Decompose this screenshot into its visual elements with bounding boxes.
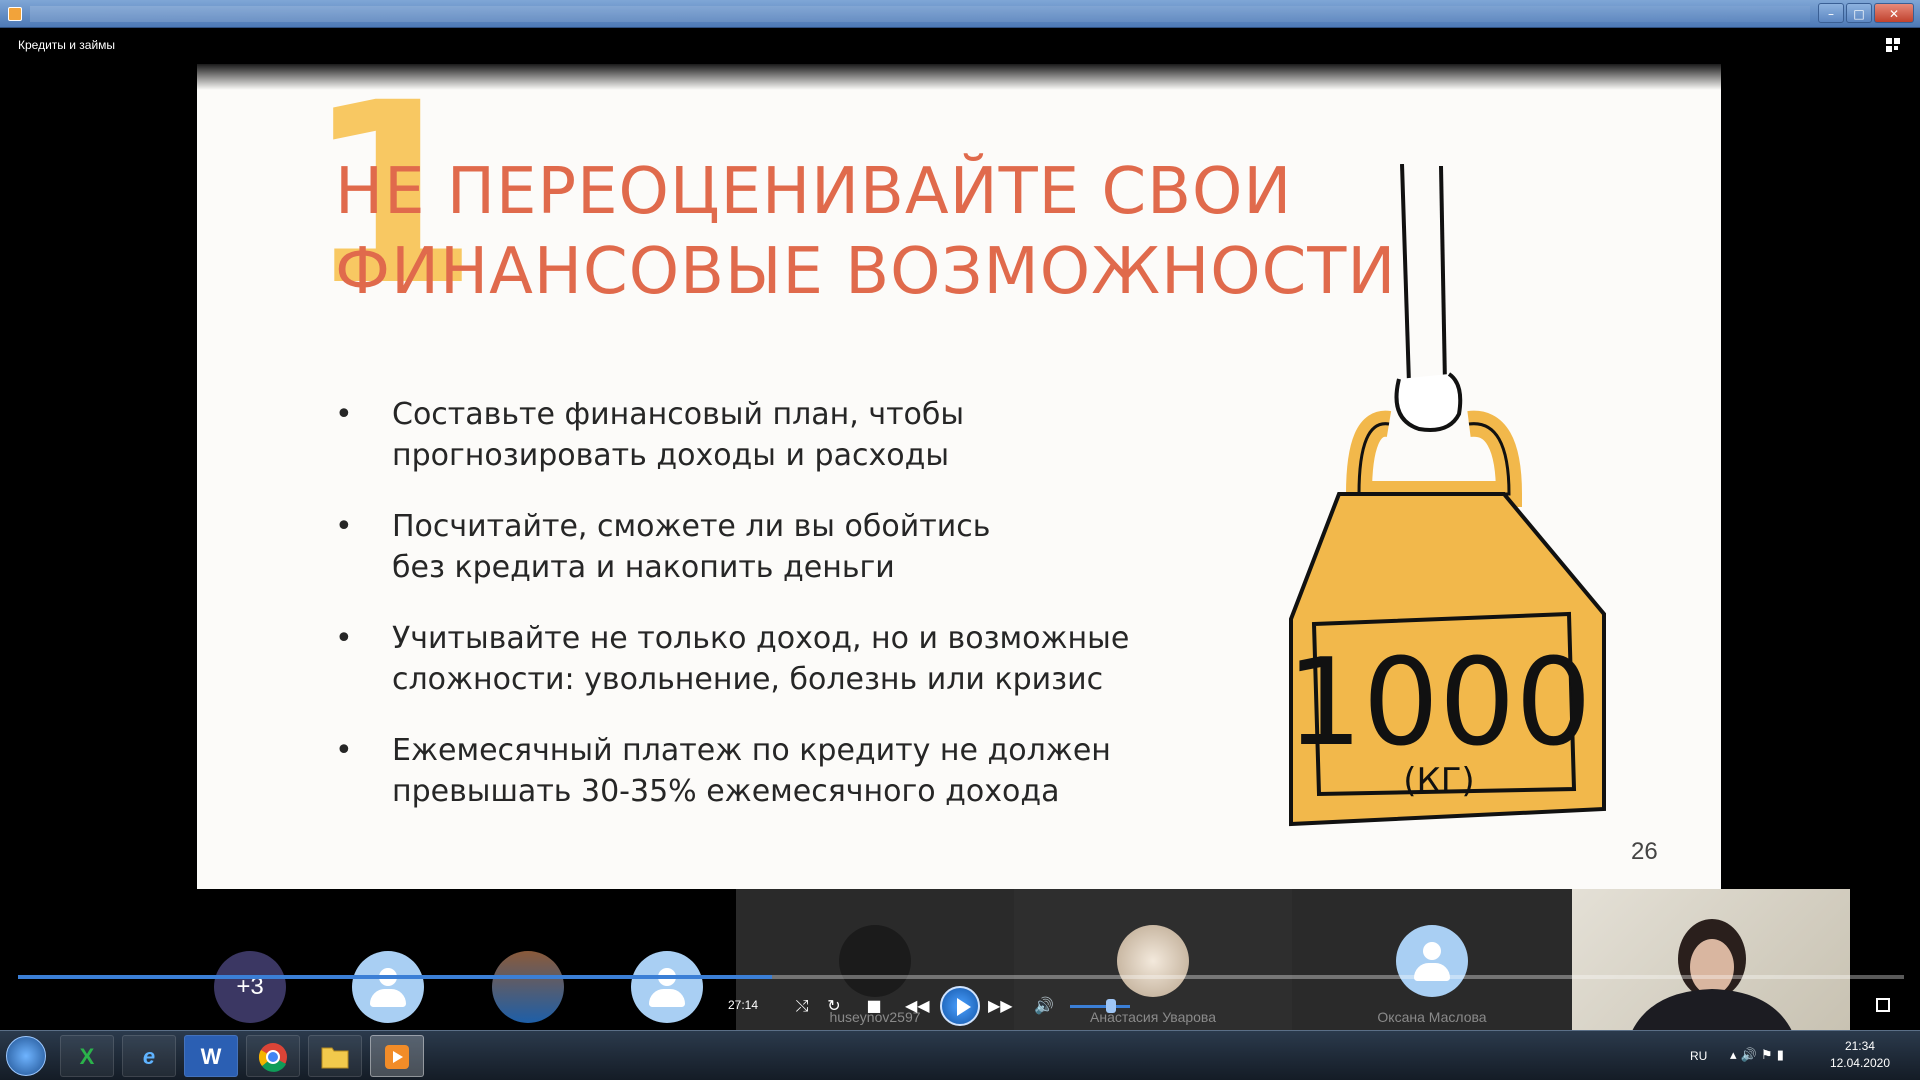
taskbar: X e W RU ▴ 🔊 ⚑ ▮ 21:34 12.04.2020 xyxy=(0,1030,1920,1080)
bullet-dot: • xyxy=(335,733,353,768)
fast-forward-icon[interactable]: ▶▶ xyxy=(988,994,1013,1018)
list-item: • Посчитайте, сможете ли вы обойтись без… xyxy=(335,506,1195,588)
volume-knob[interactable] xyxy=(1106,999,1116,1013)
bullet-text: Учитывайте не только доход, но и возможн… xyxy=(392,621,1130,656)
bullet-dot: • xyxy=(335,397,353,432)
weight-illustration: 1000 (КГ) xyxy=(1286,164,1606,827)
ie-taskbar-icon[interactable]: e xyxy=(122,1035,176,1077)
minimize-button[interactable]: – xyxy=(1818,3,1844,23)
language-indicator[interactable]: RU xyxy=(1690,1049,1707,1063)
window-titlebar[interactable]: – □ ✕ xyxy=(0,0,1920,28)
list-item: • Учитывайте не только доход, но и возмо… xyxy=(335,618,1195,700)
slide-heading: НЕ ПЕРЕОЦЕНИВАЙТЕ СВОИ ФИНАНСОВЫЕ ВОЗМОЖ… xyxy=(335,152,1396,312)
video-title: Кредиты и займы xyxy=(18,38,116,52)
volume-slider[interactable] xyxy=(1070,1005,1130,1008)
bullet-text: сложности: увольнение, болезнь или кризи… xyxy=(392,662,1104,697)
folder-icon xyxy=(321,1047,349,1069)
player-taskbar-icon[interactable] xyxy=(370,1035,424,1077)
bullet-text: без кредита и накопить деньги xyxy=(392,550,895,585)
bullet-dot: • xyxy=(335,621,353,656)
layout-grid-icon[interactable] xyxy=(1886,38,1902,54)
stop-icon[interactable]: ■ xyxy=(862,994,886,1018)
bullet-text: прогнозировать доходы и расходы xyxy=(392,438,950,473)
player-frame: Кредиты и займы 1 НЕ ПЕРЕОЦЕНИВАЙТЕ СВОИ… xyxy=(0,28,1920,1031)
window-controls: – □ ✕ xyxy=(1818,3,1914,23)
repeat-icon[interactable]: ↻ xyxy=(822,994,846,1018)
rewind-icon[interactable]: ◀◀ xyxy=(905,994,930,1018)
player-controls: 27:14 ⤭ ↻ ■ ◀◀ ▶▶ 🔊 xyxy=(0,986,1920,1026)
bullet-text: Посчитайте, сможете ли вы обойтись xyxy=(392,509,991,544)
system-tray: RU ▴ 🔊 ⚑ ▮ 21:34 12.04.2020 xyxy=(1680,1031,1920,1080)
avatar xyxy=(1396,925,1468,997)
bullet-text: Составьте финансовый план, чтобы xyxy=(392,397,965,432)
bullet-text: превышать 30-35% ежемесячного дохода xyxy=(392,774,1060,809)
bullet-list: • Составьте финансовый план, чтобы прогн… xyxy=(335,394,1195,842)
clock-time: 21:34 xyxy=(1844,1039,1875,1053)
avatar xyxy=(1117,925,1189,997)
weight-value: 1000 xyxy=(1286,634,1591,773)
list-item: • Ежемесячный платеж по кредиту не долже… xyxy=(335,730,1195,812)
media-player-icon xyxy=(385,1045,409,1069)
chrome-taskbar-icon[interactable] xyxy=(246,1035,300,1077)
slide-page-number: 26 xyxy=(1631,838,1658,865)
weight-unit: (КГ) xyxy=(1403,761,1474,801)
seek-progress[interactable] xyxy=(18,975,773,979)
maximize-button[interactable]: □ xyxy=(1846,3,1872,23)
slide-heading-line1: НЕ ПЕРЕОЦЕНИВАЙТЕ СВОИ xyxy=(335,155,1293,229)
playback-time: 27:14 xyxy=(728,998,759,1012)
title-area xyxy=(30,6,1810,22)
chrome-icon xyxy=(258,1043,287,1072)
bullet-dot: • xyxy=(335,509,353,544)
slide-heading-line2: ФИНАНСОВЫЕ ВОЗМОЖНОСТИ xyxy=(335,235,1397,309)
explorer-taskbar-icon[interactable] xyxy=(308,1035,362,1077)
clock-date: 12.04.2020 xyxy=(1829,1056,1890,1070)
shuffle-icon[interactable]: ⤭ xyxy=(790,994,814,1018)
word-taskbar-icon[interactable]: W xyxy=(184,1035,238,1077)
fullscreen-icon[interactable] xyxy=(1876,998,1890,1012)
bullet-text: Ежемесячный платеж по кредиту не должен xyxy=(392,733,1111,768)
presentation-slide: 1 НЕ ПЕРЕОЦЕНИВАЙТЕ СВОИ ФИНАНСОВЫЕ ВОЗМ… xyxy=(197,64,1721,917)
clock[interactable]: 21:34 12.04.2020 xyxy=(1830,1038,1890,1072)
start-button[interactable] xyxy=(6,1036,46,1076)
excel-taskbar-icon[interactable]: X xyxy=(60,1035,114,1077)
volume-icon[interactable]: 🔊 xyxy=(1032,994,1056,1018)
app-icon xyxy=(8,7,22,21)
list-item: • Составьте финансовый план, чтобы прогн… xyxy=(335,394,1195,476)
close-button[interactable]: ✕ xyxy=(1874,3,1914,23)
avatar xyxy=(839,925,911,997)
tray-icons[interactable]: ▴ 🔊 ⚑ ▮ xyxy=(1730,1048,1784,1063)
play-button[interactable] xyxy=(940,986,980,1026)
